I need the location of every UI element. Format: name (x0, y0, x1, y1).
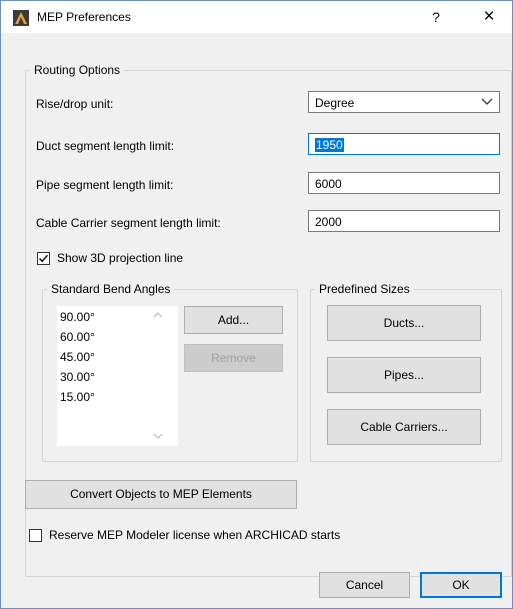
bend-angles-list[interactable]: 90.00° 60.00° 45.00° 30.00° 15.00° (57, 306, 178, 446)
archicad-app-icon (13, 10, 29, 26)
cable-carriers-button[interactable]: Cable Carriers... (327, 409, 481, 445)
duct-length-value: 1950 (315, 138, 344, 152)
predefined-sizes-legend: Predefined Sizes (319, 282, 410, 296)
add-angle-button[interactable]: Add... (184, 306, 283, 334)
checkmark-icon (38, 254, 49, 263)
mep-preferences-dialog: MEP Preferences ? × Routing Options Rise… (0, 0, 513, 609)
ducts-button[interactable]: Ducts... (327, 305, 481, 341)
chevron-down-icon (481, 98, 493, 105)
pipe-length-label: Pipe segment length limit: (36, 178, 174, 192)
list-item[interactable]: 30.00° (60, 370, 95, 384)
list-item[interactable]: 90.00° (60, 310, 95, 324)
pipe-length-input[interactable]: 6000 (308, 172, 500, 194)
reserve-license-label: Reserve MEP Modeler license when ARCHICA… (49, 528, 341, 542)
scroll-down-arrow-icon[interactable] (153, 432, 163, 440)
rise-drop-label: Rise/drop unit: (36, 97, 114, 111)
routing-options-legend: Routing Options (34, 63, 121, 77)
window-title: MEP Preferences (37, 10, 131, 24)
duct-length-input[interactable]: 1950 (308, 133, 500, 155)
list-item[interactable]: 45.00° (60, 350, 95, 364)
rise-drop-value: Degree (315, 96, 355, 110)
cable-length-label: Cable Carrier segment length limit: (36, 216, 221, 230)
show-projection-checkbox[interactable] (37, 252, 50, 265)
help-button[interactable]: ? (425, 7, 447, 27)
scroll-up-arrow-icon[interactable] (153, 311, 163, 319)
list-item[interactable]: 15.00° (60, 390, 95, 404)
cancel-button[interactable]: Cancel (319, 572, 410, 598)
rise-drop-select[interactable]: Degree (308, 91, 500, 113)
title-bar: MEP Preferences ? × (1, 1, 512, 33)
close-button[interactable]: × (477, 6, 501, 28)
pipes-button[interactable]: Pipes... (327, 357, 481, 393)
convert-objects-button[interactable]: Convert Objects to MEP Elements (25, 480, 297, 509)
duct-length-label: Duct segment length limit: (36, 139, 175, 153)
bend-angles-legend: Standard Bend Angles (51, 282, 171, 296)
reserve-license-checkbox[interactable] (29, 529, 42, 542)
ok-button[interactable]: OK (420, 572, 502, 598)
remove-angle-button[interactable]: Remove (184, 344, 283, 372)
cable-length-input[interactable]: 2000 (308, 210, 500, 232)
list-item[interactable]: 60.00° (60, 330, 95, 344)
show-projection-label: Show 3D projection line (57, 251, 184, 265)
